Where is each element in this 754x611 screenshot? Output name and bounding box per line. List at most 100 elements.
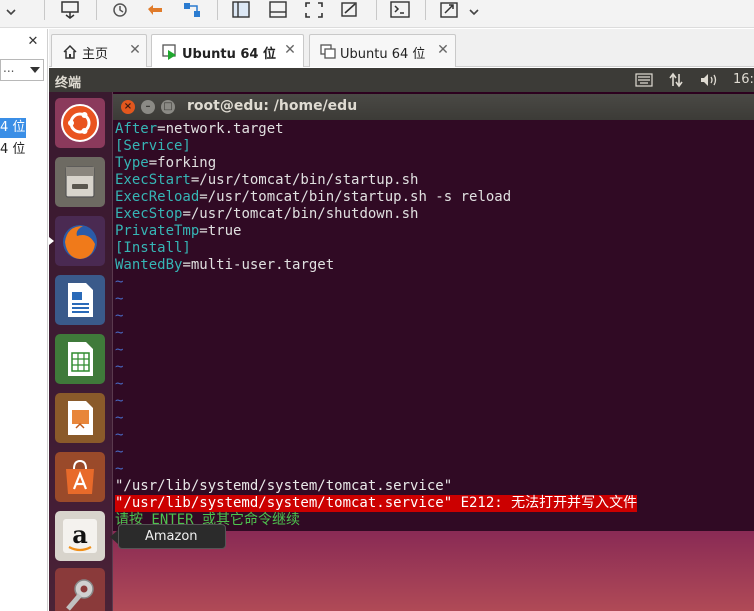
config-key: ExecStop xyxy=(115,206,183,222)
terminal-line: [Install] xyxy=(115,240,752,257)
dropdown-caret-icon[interactable] xyxy=(6,2,16,16)
send-ctrl-alt-del-icon[interactable] xyxy=(57,0,83,20)
firefox-icon[interactable] xyxy=(49,216,105,266)
tab-close-icon[interactable]: ✕ xyxy=(283,42,297,58)
minimize-window-icon[interactable]: – xyxy=(141,100,155,114)
terminal-line: After=network.target xyxy=(115,121,752,138)
terminal-line: ExecStart=/usr/tomcat/bin/startup.sh xyxy=(115,172,752,189)
config-value: =forking xyxy=(148,155,217,171)
config-value: =multi-user.target xyxy=(182,257,335,273)
stretch-guest-icon[interactable] xyxy=(437,0,463,20)
snapshot-manager-icon[interactable] xyxy=(179,0,205,20)
network-icon[interactable] xyxy=(668,71,684,89)
empty-buffer-line: ~ xyxy=(115,342,124,358)
libreoffice-writer-icon[interactable] xyxy=(55,275,105,325)
config-key: ExecStart xyxy=(115,172,191,188)
config-key: ExecReload xyxy=(115,189,200,205)
libreoffice-impress-icon[interactable] xyxy=(55,393,105,443)
vim-error-message: "/usr/lib/systemd/system/tomcat.service"… xyxy=(115,495,638,512)
toolbar-separator xyxy=(44,0,45,20)
close-window-icon[interactable]: × xyxy=(121,100,135,114)
library-close-icon[interactable]: ✕ xyxy=(26,35,40,49)
toolbar-separator xyxy=(376,0,377,20)
dropdown-caret-icon[interactable] xyxy=(469,2,479,16)
library-item-vm[interactable]: 4 位 xyxy=(0,140,26,160)
library-item-vm[interactable]: 4 位 xyxy=(0,118,26,138)
tab-home[interactable]: 主页 ✕ xyxy=(51,34,147,67)
revert-snapshot-icon[interactable] xyxy=(143,0,169,20)
terminal-line: PrivateTmp=true xyxy=(115,223,752,240)
thumbnail-view-icon[interactable] xyxy=(265,0,291,20)
empty-buffer-line: ~ xyxy=(115,376,124,392)
terminal-titlebar[interactable]: × – □ root@edu: /home/edu xyxy=(113,94,754,120)
tab-close-icon[interactable]: ✕ xyxy=(128,42,142,58)
config-section: [Service] xyxy=(115,138,191,154)
software-center-icon[interactable] xyxy=(55,452,105,502)
tab-ubuntu[interactable]: Ubuntu 64 位 ✕ xyxy=(309,34,456,67)
tooltip-text: Amazon xyxy=(145,529,198,544)
ubuntu-dash-icon[interactable] xyxy=(55,98,105,148)
system-settings-icon[interactable] xyxy=(55,568,105,611)
empty-buffer-line: ~ xyxy=(115,461,124,477)
empty-buffer-line: ~ xyxy=(115,427,124,443)
library-search-input[interactable]: ... xyxy=(0,59,44,81)
ubuntu-top-panel: 终端 16: xyxy=(49,68,754,92)
terminal-window[interactable]: × – □ root@edu: /home/edu After=network.… xyxy=(113,94,754,531)
terminal-content[interactable]: After=network.target [Service] Type=forkin… xyxy=(115,121,752,531)
console-view-icon[interactable] xyxy=(387,0,413,20)
tab-close-icon[interactable]: ✕ xyxy=(436,42,450,58)
empty-buffer-line: ~ xyxy=(115,291,124,307)
empty-buffer-line: ~ xyxy=(115,410,124,426)
full-screen-icon[interactable] xyxy=(301,0,327,20)
vmware-toolbar xyxy=(0,0,754,28)
library-panel: ✕ ... 4 位 4 位 xyxy=(0,29,48,611)
volume-icon[interactable] xyxy=(699,71,719,89)
empty-buffer-line: ~ xyxy=(115,444,124,460)
unity-launcher: a xyxy=(49,92,113,611)
vim-error-row: "/usr/lib/systemd/system/tomcat.service"… xyxy=(115,495,752,512)
tab-label: 主页 xyxy=(82,47,109,62)
keyboard-icon[interactable] xyxy=(635,71,653,89)
unity-mode-icon[interactable] xyxy=(337,0,363,20)
empty-buffer-line: ~ xyxy=(115,359,124,375)
terminal-line: WantedBy=multi-user.target xyxy=(115,257,752,274)
config-key: WantedBy xyxy=(115,257,183,273)
tab-label: Ubuntu 64 位 xyxy=(182,47,276,62)
empty-buffer-line: ~ xyxy=(115,393,124,409)
terminal-line: Type=forking xyxy=(115,155,752,172)
library-view-icon[interactable] xyxy=(228,0,254,20)
clock[interactable]: 16: xyxy=(733,72,754,87)
active-app-title: 终端 xyxy=(55,76,82,91)
home-icon xyxy=(62,44,78,60)
config-value: =true xyxy=(199,223,242,239)
files-icon[interactable] xyxy=(55,157,105,207)
vmware-workstation-window: ✕ ... 4 位 4 位 主页 ✕ Ubuntu 64 位 ✕ Ubuntu … xyxy=(0,0,754,611)
config-key: After xyxy=(115,121,158,137)
terminal-title: root@edu: /home/edu xyxy=(187,98,358,114)
empty-buffer-line: ~ xyxy=(115,274,124,290)
libreoffice-calc-icon[interactable] xyxy=(55,334,105,384)
toolbar-separator xyxy=(96,0,97,20)
config-key: PrivateTmp xyxy=(115,223,200,239)
vm-tab-bar: 主页 ✕ Ubuntu 64 位 ✕ Ubuntu 64 位 ✕ xyxy=(49,29,754,67)
running-indicator xyxy=(49,237,54,245)
config-key: Type xyxy=(115,155,149,171)
config-section: [Install] xyxy=(115,240,191,256)
tab-ubuntu-active[interactable]: Ubuntu 64 位 ✕ xyxy=(151,34,304,67)
vim-status-line: "/usr/lib/systemd/system/tomcat.service" xyxy=(115,478,453,494)
amazon-icon[interactable]: a xyxy=(55,511,105,561)
maximize-window-icon[interactable]: □ xyxy=(161,100,175,114)
toolbar-separator xyxy=(425,0,426,20)
chevron-down-icon[interactable] xyxy=(30,67,40,73)
library-search-value: ... xyxy=(3,61,15,75)
terminal-line: ExecReload=/usr/tomcat/bin/startup.sh -s… xyxy=(115,189,752,206)
svg-text:a: a xyxy=(72,520,88,549)
config-value: =network.target xyxy=(157,121,284,137)
vm-icon xyxy=(320,44,336,60)
launcher-tooltip: Amazon xyxy=(118,524,226,549)
empty-buffer-line: ~ xyxy=(115,308,124,324)
empty-buffer-line: ~ xyxy=(115,325,124,341)
snapshot-icon[interactable] xyxy=(107,0,133,20)
toolbar-separator xyxy=(217,0,218,20)
config-value: =/usr/tomcat/bin/startup.sh -s reload xyxy=(199,189,512,205)
